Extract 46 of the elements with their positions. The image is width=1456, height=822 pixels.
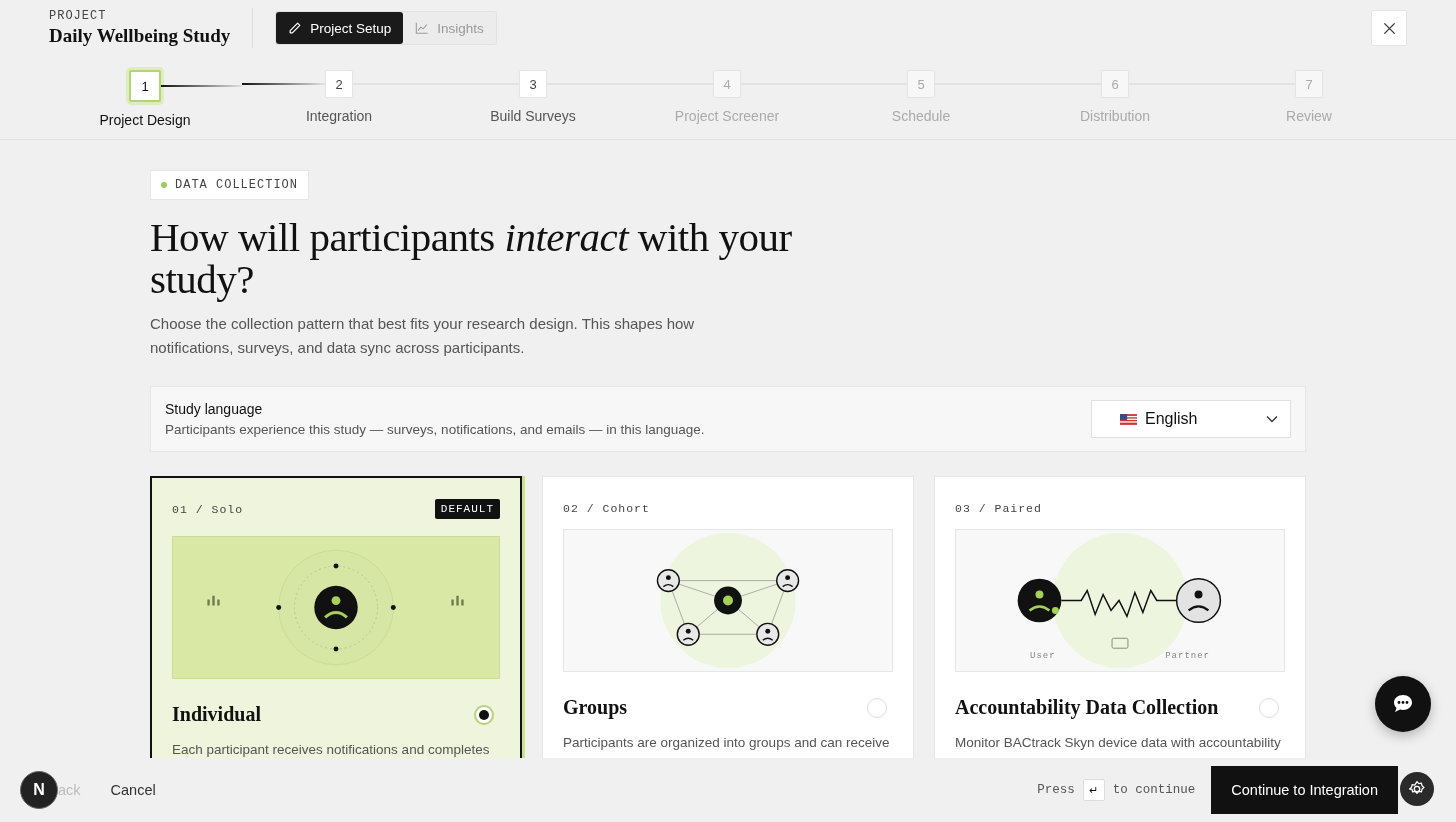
chevron-down-icon bbox=[1266, 415, 1278, 423]
default-badge: DEFAULT bbox=[434, 499, 500, 519]
card-title: Groups bbox=[563, 696, 628, 719]
language-description: Participants experience this study — surveys, notifications, and emails — in this language. bbox=[165, 422, 705, 437]
step-label[interactable]: Project Design bbox=[99, 112, 191, 128]
card-title: Accountability Data Collection bbox=[955, 696, 1219, 719]
option-card[interactable]: 03 / Paired User Partner Accountability Data Collection Monitor BACtrack Skyn device data with accountability bbox=[934, 476, 1306, 758]
view-tab[interactable]: Project Setup bbox=[276, 12, 404, 44]
pencil-icon bbox=[288, 21, 303, 35]
step-number[interactable]: 1 bbox=[129, 70, 161, 102]
card-description: Participants are organized into groups and can receive bbox=[563, 734, 891, 752]
hint-text: Press bbox=[1037, 783, 1075, 797]
intro-text: Choose the collection pattern that best fits your research design. This shapes how notifications, surveys, and data sync across participants. bbox=[150, 314, 696, 358]
section-tag-text: DATA COLLECTION bbox=[175, 178, 299, 192]
step-number[interactable]: 3 bbox=[519, 70, 547, 98]
radio-button[interactable] bbox=[474, 704, 494, 725]
avatar[interactable]: N bbox=[20, 771, 58, 809]
continue-button[interactable]: Continue to Integration bbox=[1211, 766, 1398, 814]
project-label: PROJECT bbox=[49, 9, 108, 23]
partner-label: Partner bbox=[1165, 651, 1210, 661]
card-description: Monitor BACtrack Skyn device data with accountability bbox=[955, 734, 1282, 752]
settings-button[interactable] bbox=[1400, 772, 1434, 806]
card-description: Each participant receives notifications and completes bbox=[172, 741, 491, 758]
page-heading: How will participants interact with your study? bbox=[150, 216, 793, 300]
project-title: Daily Wellbeing Study bbox=[49, 25, 231, 47]
flag-icon bbox=[1120, 413, 1137, 425]
chat-button[interactable] bbox=[1375, 676, 1431, 732]
radio-button[interactable] bbox=[1259, 697, 1279, 718]
card-title: Individual bbox=[172, 703, 261, 726]
language-select[interactable]: English bbox=[1091, 400, 1291, 438]
step-label[interactable]: Build Surveys bbox=[490, 108, 576, 124]
hint-text: to continue bbox=[1112, 783, 1196, 797]
language-title: Study language bbox=[165, 401, 264, 417]
enter-key: ↵ bbox=[1082, 779, 1105, 801]
close-icon bbox=[1382, 21, 1396, 35]
step-number[interactable]: 2 bbox=[325, 70, 353, 98]
user-label: User bbox=[1030, 651, 1056, 661]
card-tag: 03 / Paired bbox=[955, 501, 1042, 515]
step-label[interactable]: Integration bbox=[305, 108, 373, 124]
line-chart-icon bbox=[415, 21, 430, 35]
option-card[interactable]: 02 / Cohort Groups Participants are organized into groups and can receive bbox=[542, 476, 914, 758]
card-tag: 02 / Cohort bbox=[563, 501, 650, 515]
cancel-button[interactable]: Cancel bbox=[104, 778, 162, 802]
option-card[interactable]: 01 / Solo DEFAULT Individual Each participant receives notifications and completes bbox=[150, 476, 522, 758]
radio-button[interactable] bbox=[867, 697, 887, 718]
card-tag: 01 / Solo bbox=[172, 502, 244, 516]
